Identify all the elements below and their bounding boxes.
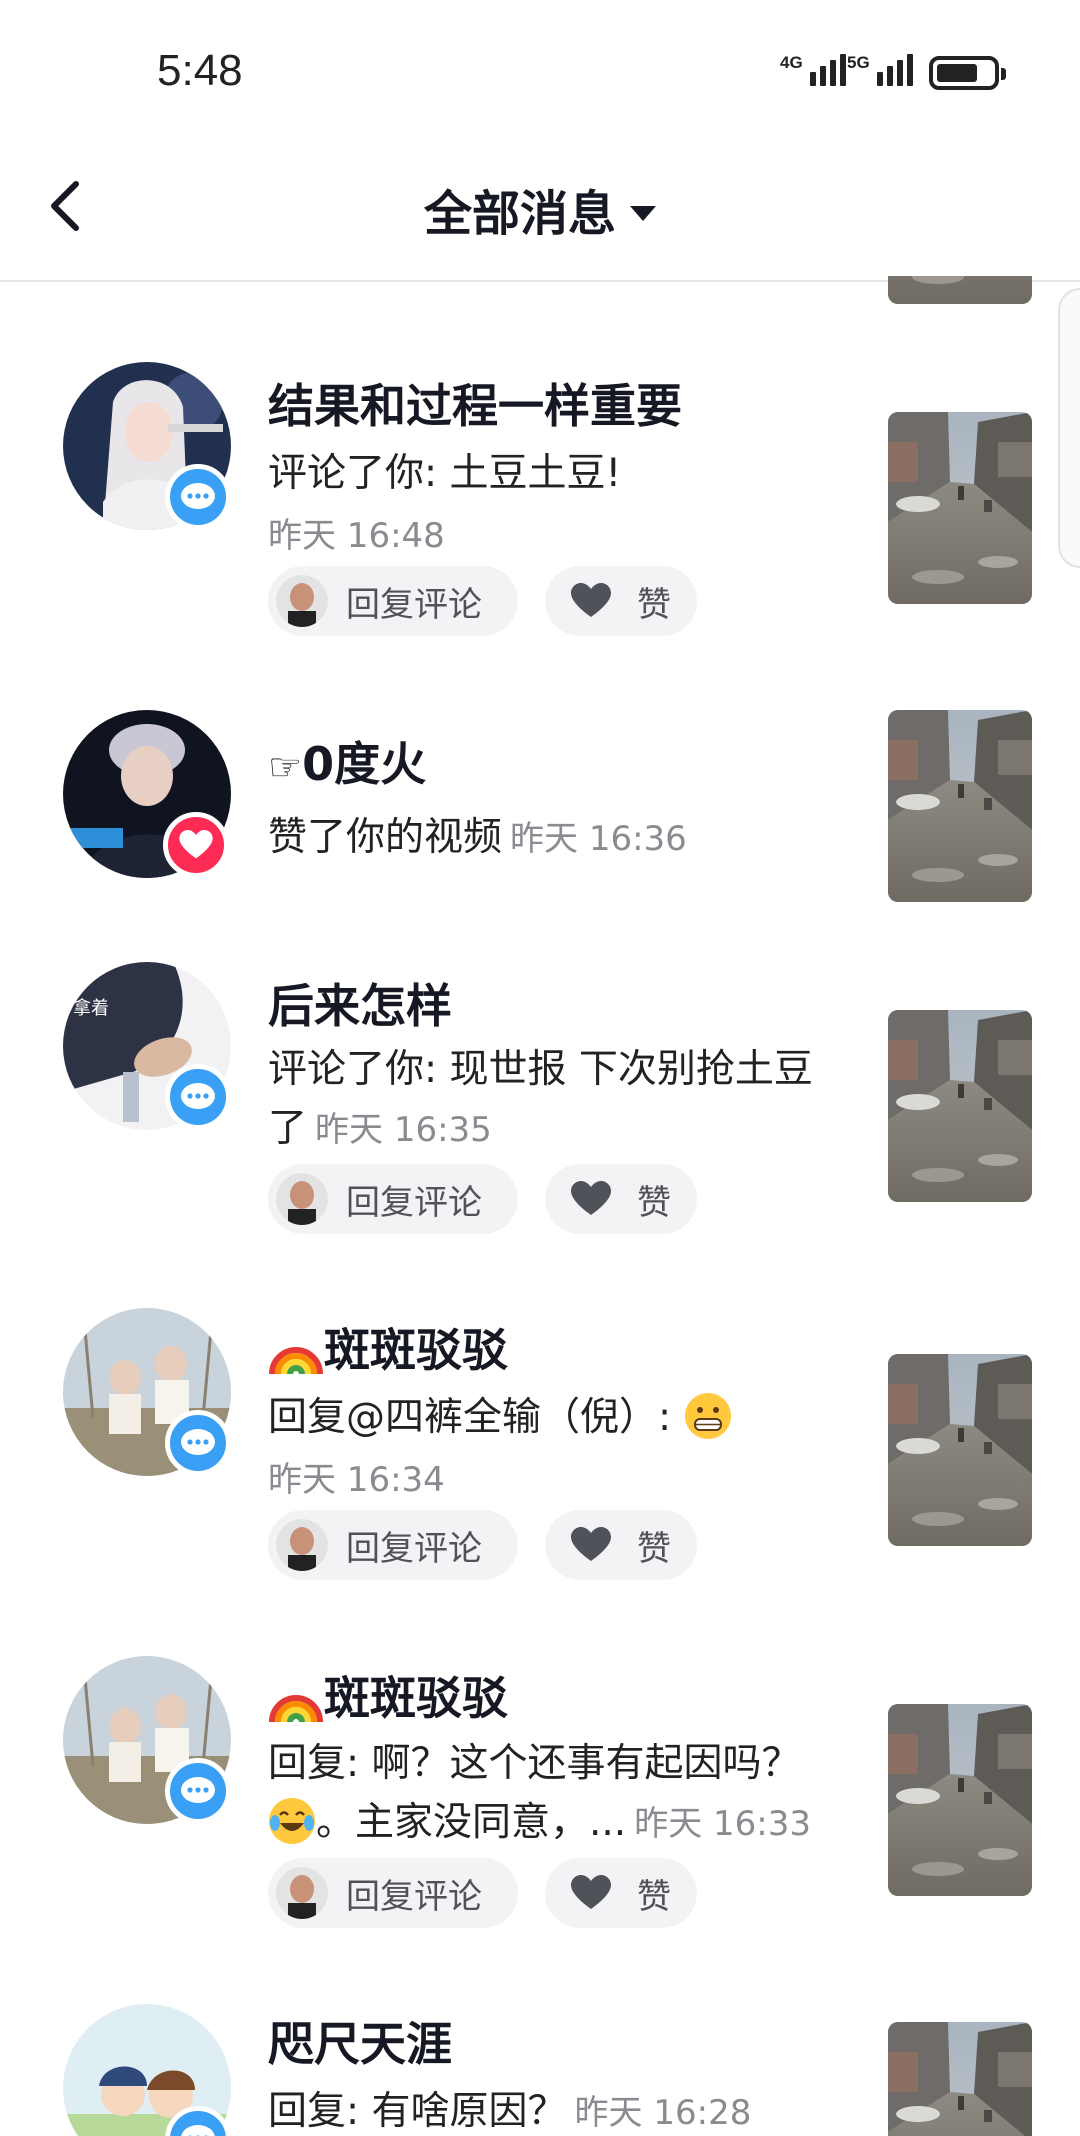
username[interactable]: 斑斑驳驳: [268, 1314, 508, 1380]
message-filter-dropdown[interactable]: 全部消息: [0, 174, 1080, 244]
comment-badge-icon: [165, 1410, 231, 1476]
username[interactable]: 结果和过程一样重要: [268, 370, 682, 436]
timestamp: 昨天 16:35: [315, 1110, 492, 1150]
my-avatar: [276, 1519, 328, 1571]
nav-bar: 全部消息: [0, 140, 1080, 282]
message-text: 回复: 有啥原因？ 昨天 16:28: [268, 2089, 752, 2134]
reply-comment-button[interactable]: 回复评论: [268, 566, 518, 636]
timestamp: 昨天 16:28: [574, 2093, 752, 2133]
laughing-crying-emoji-icon: [269, 1797, 315, 1844]
grinning-emoji-icon: [684, 1392, 731, 1439]
signal-5g-icon: 5G: [847, 54, 913, 86]
my-avatar: [276, 1867, 328, 1919]
video-thumbnail[interactable]: [888, 710, 1032, 902]
avatar-text: 拿着: [73, 997, 109, 1019]
like-button[interactable]: 赞: [545, 1510, 697, 1580]
message-text: 赞了你的视频 昨天 16:36: [268, 815, 687, 860]
status-bar: 5:48 4G 5G: [0, 0, 1080, 140]
video-thumbnail[interactable]: [888, 1010, 1032, 1202]
battery-icon: [929, 56, 1006, 90]
scroll-indicator[interactable]: [1058, 288, 1080, 568]
comment-badge-icon: [165, 464, 231, 530]
timestamp: 昨天 16:36: [510, 819, 687, 859]
pointing-hand-icon: ☞: [268, 745, 303, 789]
username[interactable]: ☞0度火: [268, 728, 426, 794]
message-text: 回复@四裤全输（倪）:: [268, 1388, 848, 1447]
rainbow-icon: [269, 1694, 323, 1722]
reply-comment-button[interactable]: 回复评论: [268, 1164, 518, 1234]
timestamp: 昨天 16:33: [634, 1804, 811, 1844]
message-text: 评论了你: 现世报 下次别抢土豆了 昨天 16:35: [268, 1047, 813, 1151]
heart-icon: [571, 1181, 611, 1215]
like-button[interactable]: 赞: [545, 1858, 697, 1928]
comment-badge-icon: [165, 1064, 231, 1130]
username[interactable]: 后来怎样: [268, 970, 452, 1036]
heart-icon: [571, 583, 611, 617]
status-time: 5:48: [157, 46, 243, 95]
video-thumbnail[interactable]: [888, 1704, 1032, 1896]
heart-icon: [571, 1527, 611, 1561]
video-thumbnail[interactable]: [888, 412, 1032, 604]
reply-comment-button[interactable]: 回复评论: [268, 1510, 518, 1580]
message-text: 回复: 啊？这个还事有起因吗？ 。主家没同意，... 昨天 16:33: [268, 1741, 811, 1845]
like-button[interactable]: 赞: [545, 1164, 697, 1234]
video-thumbnail[interactable]: [888, 2022, 1032, 2136]
message-text: 评论了你: 土豆土豆!: [268, 451, 622, 496]
rainbow-icon: [269, 1346, 323, 1374]
video-thumbnail[interactable]: [888, 1354, 1032, 1546]
comment-badge-icon: [165, 1758, 231, 1824]
page-title: 全部消息: [423, 186, 616, 242]
timestamp: 昨天 16:34: [268, 1460, 445, 1500]
username[interactable]: 咫尺天涯: [268, 2008, 452, 2074]
my-avatar: [276, 575, 328, 627]
caret-down-icon: [630, 205, 656, 221]
timestamp: 昨天 16:48: [268, 516, 445, 556]
reply-comment-button[interactable]: 回复评论: [268, 1858, 518, 1928]
like-badge-icon: [163, 812, 229, 878]
like-button[interactable]: 赞: [545, 566, 697, 636]
heart-icon: [571, 1875, 611, 1909]
signal-4g-icon: 4G: [780, 54, 846, 86]
my-avatar: [276, 1173, 328, 1225]
video-thumbnail-partial[interactable]: [888, 276, 1032, 304]
username[interactable]: 斑斑驳驳: [268, 1662, 508, 1728]
